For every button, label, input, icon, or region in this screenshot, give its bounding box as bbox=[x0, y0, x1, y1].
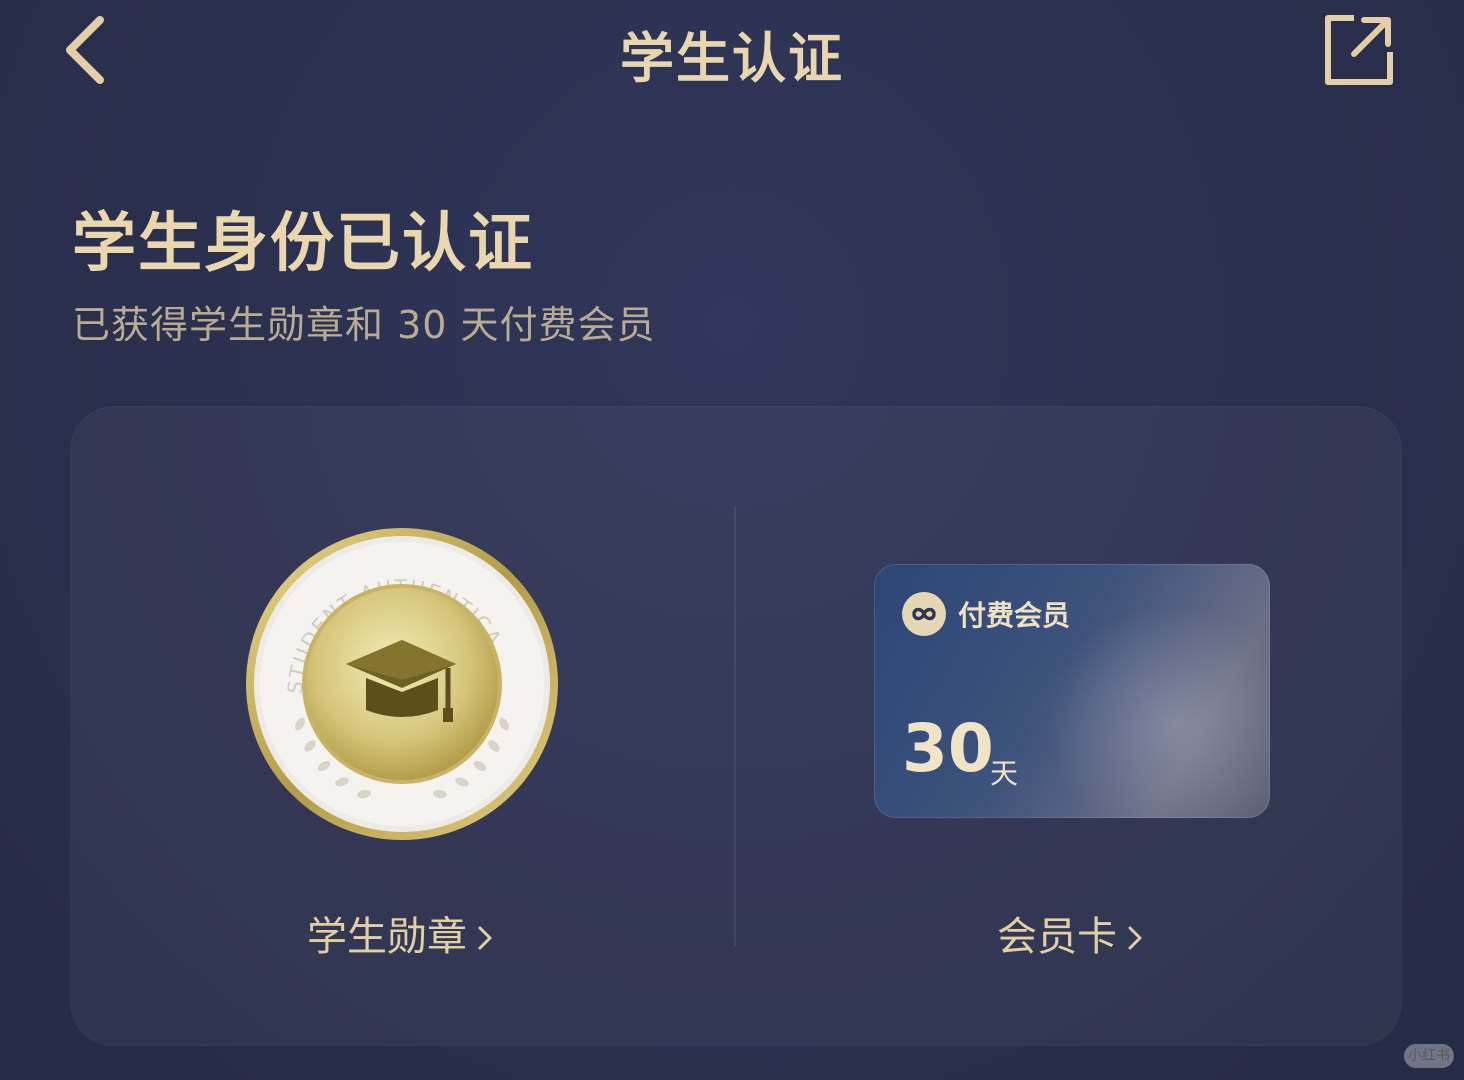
share-external-icon bbox=[1325, 15, 1393, 85]
membership-days-count: 30 bbox=[902, 710, 994, 787]
infinity-icon bbox=[902, 592, 946, 636]
student-badge-label: 学生勋章 bbox=[307, 914, 467, 960]
watermark-logo: 小红书 bbox=[1404, 1044, 1454, 1068]
chevron-right-icon bbox=[477, 916, 493, 962]
medal-graphic: STUDENT AUTHENTICA bbox=[246, 528, 558, 840]
rewards-panel: STUDENT AUTHENTICA 学生勋章 付费会员 30 天 会员卡 bbox=[70, 406, 1402, 1046]
chevron-right-icon bbox=[1127, 916, 1143, 962]
top-nav-bar: 学生认证 bbox=[0, 0, 1464, 100]
share-button[interactable] bbox=[1320, 12, 1396, 88]
panel-divider bbox=[734, 506, 736, 946]
membership-days-unit: 天 bbox=[990, 757, 1019, 790]
verified-subtitle: 已获得学生勋章和 30 天付费会员 bbox=[72, 303, 656, 347]
student-badge-medal[interactable]: STUDENT AUTHENTICA bbox=[242, 524, 562, 844]
membership-card-link[interactable]: 会员卡 bbox=[900, 904, 1240, 962]
membership-card-title: 付费会员 bbox=[958, 599, 1071, 632]
page-title: 学生认证 bbox=[620, 27, 844, 90]
student-badge-link[interactable]: 学生勋章 bbox=[230, 904, 570, 962]
membership-card-label: 会员卡 bbox=[997, 914, 1117, 960]
membership-card[interactable]: 付费会员 30 天 bbox=[874, 564, 1270, 818]
verified-heading: 学生身份已认证 bbox=[72, 207, 534, 281]
